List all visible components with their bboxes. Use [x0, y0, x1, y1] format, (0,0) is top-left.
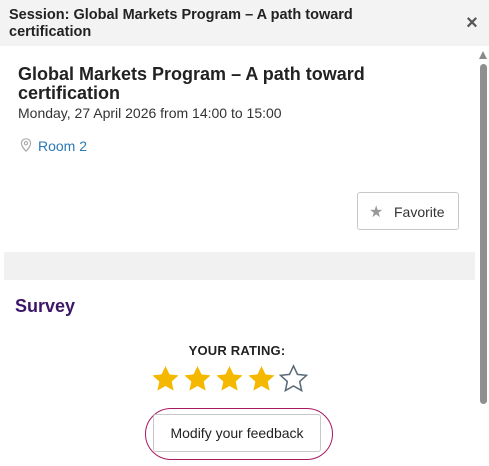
section-divider — [4, 252, 475, 280]
scroll-up-arrow-icon[interactable] — [479, 51, 487, 59]
dialog-title: Session: Global Markets Program – A path… — [9, 7, 353, 40]
scrollbar-thumb[interactable] — [480, 64, 487, 404]
modify-feedback-focus-ring: Modify your feedback — [145, 408, 333, 460]
session-title: Global Markets Program – A path toward c… — [18, 64, 365, 103]
scrollbar[interactable] — [478, 46, 489, 466]
rating-label: YOUR RATING: — [188, 343, 286, 358]
close-icon[interactable]: × — [463, 13, 481, 33]
rating-stars[interactable] — [151, 364, 311, 396]
star-empty-icon[interactable] — [279, 364, 308, 394]
star-filled-icon[interactable] — [151, 364, 180, 394]
star-filled-icon[interactable] — [247, 364, 276, 394]
favorite-button[interactable]: ★ Favorite — [357, 192, 459, 230]
modify-feedback-button[interactable]: Modify your feedback — [153, 414, 321, 452]
dialog-titlebar: Session: Global Markets Program – A path… — [0, 0, 489, 46]
survey-heading: Survey — [15, 296, 76, 316]
star-filled-icon[interactable] — [215, 364, 244, 394]
favorite-label: Favorite — [394, 204, 445, 220]
dialog-content: Global Markets Program – A path toward c… — [0, 46, 478, 466]
map-pin-icon — [20, 138, 32, 152]
session-card: Global Markets Program – A path toward c… — [4, 46, 475, 250]
star-icon: ★ — [369, 204, 384, 221]
room-link[interactable]: Room 2 — [38, 138, 87, 154]
session-datetime: Monday, 27 April 2026 from 14:00 to 15:0… — [18, 105, 282, 121]
star-filled-icon[interactable] — [183, 364, 212, 394]
